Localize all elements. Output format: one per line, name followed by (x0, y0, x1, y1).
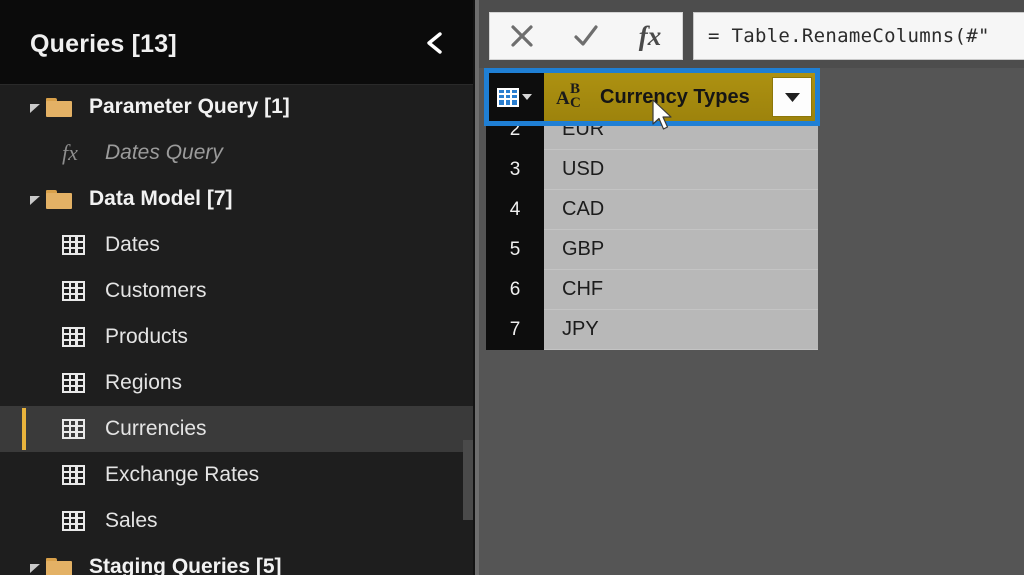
tree-item-label: Sales (105, 509, 158, 532)
tree-item-staging-queries[interactable]: Staging Queries [5] (0, 544, 473, 575)
fx-icon[interactable]: fx (623, 13, 677, 59)
row-number[interactable]: 3 (486, 150, 544, 190)
tree-item-dates-query[interactable]: fx Dates Query (0, 130, 473, 176)
pane-splitter-line (473, 0, 475, 575)
row-number[interactable]: 4 (486, 190, 544, 230)
folder-icon (46, 557, 80, 575)
tree-item-currencies[interactable]: Currencies (0, 406, 473, 452)
row-number[interactable]: 6 (486, 270, 544, 310)
folder-icon (46, 189, 80, 209)
tree-item-label: Exchange Rates (105, 463, 260, 486)
tree-item-parameter-query[interactable]: Parameter Query [1] (0, 84, 473, 130)
table-icon (62, 511, 96, 531)
table-icon (62, 419, 96, 439)
cell-currency-types[interactable]: CHF (544, 270, 818, 310)
tree-item-label: Currencies (105, 417, 207, 440)
chevron-down-icon (784, 92, 800, 102)
close-icon[interactable] (495, 13, 549, 59)
folder-icon (46, 97, 80, 117)
column-header-currency-types[interactable]: A B C Currency Types (544, 70, 818, 124)
queries-pane-scrollbar-thumb[interactable] (463, 440, 473, 520)
triangle-down-icon[interactable] (24, 101, 46, 114)
table-row[interactable]: 7 JPY (486, 310, 818, 350)
row-number[interactable]: 7 (486, 310, 544, 350)
abc-text-type-icon: A B C (556, 80, 598, 114)
data-preview-grid: A B C Currency Types 1 AUD 2 EUR 3 (486, 70, 818, 400)
table-row[interactable]: 4 CAD (486, 190, 818, 230)
pane-splitter[interactable] (473, 0, 479, 575)
queries-pane-title: Queries [13] (30, 30, 177, 58)
table-select-all-icon[interactable] (486, 70, 544, 124)
tree-item-dates[interactable]: Dates (0, 222, 473, 268)
cell-currency-types[interactable]: USD (544, 150, 818, 190)
queries-pane-header: Queries [13] (0, 0, 473, 85)
tree-item-data-model[interactable]: Data Model [7] (0, 176, 473, 222)
power-query-editor-window: Queries [13] Parameter Query [1] fx Date… (0, 0, 1024, 575)
tree-item-sales[interactable]: Sales (0, 498, 473, 544)
column-filter-dropdown-button[interactable] (772, 77, 812, 117)
checkmark-icon[interactable] (559, 13, 613, 59)
tree-item-exchange-rates[interactable]: Exchange Rates (0, 452, 473, 498)
formula-bar: fx = Table.RenameColumns(#" (479, 0, 1024, 68)
formula-input[interactable]: = Table.RenameColumns(#" (693, 12, 1024, 60)
cell-currency-types[interactable]: JPY (544, 310, 818, 350)
queries-tree: Parameter Query [1] fx Dates Query Data … (0, 84, 473, 575)
column-header-label: Currency Types (600, 85, 750, 108)
tree-item-label: Staging Queries [5] (89, 555, 282, 575)
fx-icon: fx (62, 140, 78, 165)
fx-label: fx (638, 20, 662, 51)
triangle-down-icon[interactable] (24, 561, 46, 574)
cell-currency-types[interactable]: CAD (544, 190, 818, 230)
chevron-left-icon[interactable] (421, 28, 451, 58)
tree-item-products[interactable]: Products (0, 314, 473, 360)
table-icon (62, 235, 96, 255)
tree-item-regions[interactable]: Regions (0, 360, 473, 406)
table-row[interactable]: 5 GBP (486, 230, 818, 270)
data-grid-header-row: A B C Currency Types (486, 70, 818, 124)
table-icon (62, 373, 96, 393)
tree-item-label: Parameter Query [1] (89, 95, 290, 118)
tree-item-label: Dates (105, 233, 160, 256)
abc-letter-c: C (570, 95, 581, 111)
tree-item-label: Customers (105, 279, 207, 302)
triangle-down-icon[interactable] (24, 193, 46, 206)
queries-pane: Queries [13] Parameter Query [1] fx Date… (0, 0, 473, 575)
table-icon (62, 281, 96, 301)
table-icon (62, 327, 96, 347)
tree-item-customers[interactable]: Customers (0, 268, 473, 314)
tree-item-label: Dates Query (105, 141, 223, 164)
formula-bar-controls: fx (489, 12, 683, 60)
row-number[interactable]: 5 (486, 230, 544, 270)
formula-input-value: = Table.RenameColumns(#" (708, 25, 990, 47)
tree-item-label: Data Model [7] (89, 187, 233, 210)
table-row[interactable]: 6 CHF (486, 270, 818, 310)
abc-letter-a: A (556, 88, 570, 109)
table-icon (62, 465, 96, 485)
tree-item-label: Products (105, 325, 188, 348)
chevron-down-icon (522, 94, 532, 100)
cell-currency-types[interactable]: GBP (544, 230, 818, 270)
table-row[interactable]: 3 USD (486, 150, 818, 190)
tree-item-label: Regions (105, 371, 183, 394)
